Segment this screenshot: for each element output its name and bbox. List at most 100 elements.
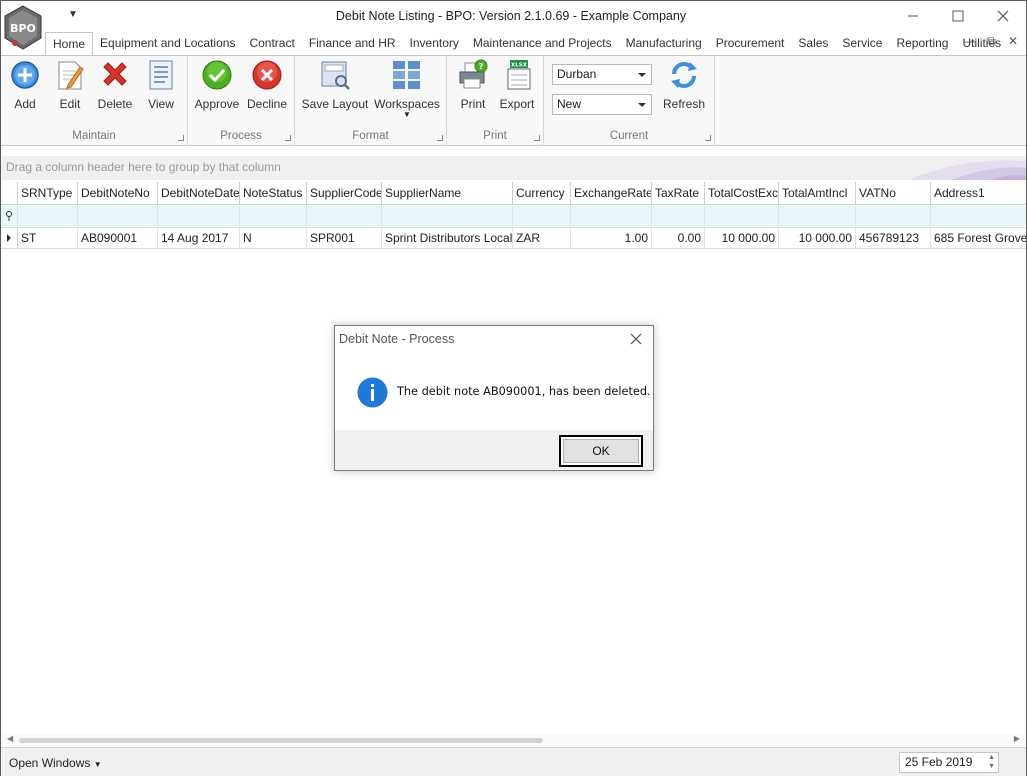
tab-reporting[interactable]: Reporting (889, 32, 955, 55)
cell-currency[interactable]: ZAR (513, 228, 571, 248)
filter-cell[interactable] (513, 206, 571, 226)
export-label: Export (499, 97, 535, 111)
cell-debitnoteno[interactable]: AB090001 (78, 228, 158, 248)
filter-cell[interactable] (571, 206, 652, 226)
print-button[interactable]: ? Print (455, 59, 491, 121)
workspaces-button[interactable]: Workspaces ▼ (374, 59, 440, 121)
refresh-button[interactable]: Refresh (662, 59, 706, 121)
tab-manufacturing[interactable]: Manufacturing (619, 32, 709, 55)
tab-home[interactable]: Home (45, 32, 94, 56)
column-header[interactable]: Currency (513, 182, 571, 204)
close-button[interactable] (986, 5, 1020, 27)
cell-notestatus[interactable]: N (240, 228, 307, 248)
horizontal-scrollbar[interactable]: ◀ ▶ (1, 734, 1026, 746)
maximize-button[interactable] (941, 5, 975, 27)
status-select[interactable]: New (552, 94, 652, 115)
cell-srntype[interactable]: ST (18, 228, 78, 248)
column-header[interactable]: Address1 (931, 182, 1026, 204)
tab-equipment-and-locations[interactable]: Equipment and Locations (93, 32, 242, 55)
scroll-right-icon[interactable]: ▶ (1014, 734, 1020, 743)
edit-button[interactable]: Edit (54, 59, 86, 121)
filter-cell[interactable] (240, 206, 307, 226)
column-header[interactable]: SRNType (18, 182, 78, 204)
title-bar: BPO ▼ Debit Note Listing - BPO: Version … (1, 1, 1026, 50)
cell-suppliername[interactable]: Sprint Distributors Local (382, 228, 513, 248)
quick-access-dropdown-icon[interactable]: ▼ (67, 9, 79, 21)
date-spinner-icon[interactable]: ▲ ▼ (988, 753, 995, 771)
print-label: Print (460, 97, 486, 111)
column-header[interactable]: ExchangeRate (571, 182, 652, 204)
current-launcher-icon[interactable] (705, 135, 711, 141)
column-header[interactable]: TotalAmtIncl (779, 182, 856, 204)
column-header[interactable]: DebitNoteNo (78, 182, 158, 204)
cell-debitnotedate[interactable]: 14 Aug 2017 (158, 228, 240, 248)
open-windows-menu[interactable]: Open Windows ▼ (9, 756, 102, 770)
window-title: Debit Note Listing - BPO: Version 2.1.0.… (335, 9, 687, 23)
filter-pin-icon (6, 211, 12, 221)
delete-button[interactable]: Delete (98, 59, 132, 121)
approve-button[interactable]: Approve (195, 59, 239, 121)
tab-maintenance-and-projects[interactable]: Maintenance and Projects (466, 32, 619, 55)
minimize-button[interactable] (896, 5, 930, 27)
mdi-close-icon[interactable]: ✕ (1008, 34, 1018, 49)
save-layout-button[interactable]: Save Layout (302, 59, 368, 121)
export-button[interactable]: XLSX Export (499, 59, 535, 121)
open-windows-label: Open Windows (9, 756, 91, 770)
site-select[interactable]: Durban (552, 64, 652, 85)
decline-label: Decline (246, 97, 288, 111)
ok-button[interactable]: OK (559, 435, 643, 467)
mdi-controls: — ⧉ ✕ (963, 34, 1018, 49)
app-logo-icon[interactable]: BPO (3, 5, 43, 51)
filter-cell[interactable] (779, 206, 856, 226)
tab-contract[interactable]: Contract (242, 32, 301, 55)
approve-icon (202, 60, 232, 90)
column-header[interactable]: SupplierName (382, 182, 513, 204)
view-button[interactable]: View (145, 59, 177, 121)
decline-button[interactable]: Decline (246, 59, 288, 121)
horizontal-scroll-thumb[interactable] (19, 738, 543, 743)
column-header[interactable]: SupplierCode (307, 182, 382, 204)
group-by-panel[interactable]: Drag a column header here to group by th… (1, 156, 1026, 180)
cell-vatno[interactable]: 456789123 (856, 228, 931, 248)
filter-cell[interactable] (158, 206, 240, 226)
format-launcher-icon[interactable] (437, 135, 443, 141)
cell-taxrate[interactable]: 0.00 (652, 228, 705, 248)
column-header[interactable]: VATNo (856, 182, 931, 204)
filter-cell[interactable] (307, 206, 382, 226)
mdi-minimize-icon[interactable]: — (963, 34, 975, 49)
ribbon-panel: Add Edit Delete View Maintain Approve De… (1, 56, 1026, 146)
cell-totalamtincl[interactable]: 10 000.00 (779, 228, 856, 248)
cell-totalcostexcl[interactable]: 10 000.00 (705, 228, 779, 248)
tab-finance-and-hr[interactable]: Finance and HR (302, 32, 403, 55)
column-header[interactable]: NoteStatus (240, 182, 307, 204)
mdi-restore-icon[interactable]: ⧉ (987, 34, 996, 49)
process-group-label: Process (220, 130, 262, 142)
cell-suppliercode[interactable]: SPR001 (307, 228, 382, 248)
add-button[interactable]: Add (9, 59, 41, 121)
column-header[interactable]: TotalCostExcl (705, 182, 779, 204)
filter-cell[interactable] (705, 206, 779, 226)
dialog-close-icon[interactable] (627, 330, 645, 348)
table-row[interactable]: ST AB090001 14 Aug 2017 N SPR001 Sprint … (1, 227, 1026, 249)
cell-address1[interactable]: 685 Forest Grove R (931, 228, 1026, 248)
date-field[interactable]: 25 Feb 2019 ▲ ▼ (899, 752, 999, 773)
filter-cell[interactable] (931, 206, 1026, 226)
filter-cell[interactable] (382, 206, 513, 226)
process-launcher-icon[interactable] (285, 135, 291, 141)
column-header[interactable]: TaxRate (652, 182, 705, 204)
filter-cell[interactable] (18, 206, 78, 226)
tab-procurement[interactable]: Procurement (709, 32, 792, 55)
filter-cell[interactable] (652, 206, 705, 226)
tab-service[interactable]: Service (835, 32, 889, 55)
maintain-launcher-icon[interactable] (178, 135, 184, 141)
filter-cell[interactable] (856, 206, 931, 226)
filter-cell[interactable] (78, 206, 158, 226)
cell-exchangerate[interactable]: 1.00 (571, 228, 652, 248)
scroll-left-icon[interactable]: ◀ (7, 734, 13, 743)
group-format: Save Layout Workspaces ▼ Format (295, 56, 447, 146)
print-launcher-icon[interactable] (534, 135, 540, 141)
header-indicator-cell (1, 182, 18, 204)
column-header[interactable]: DebitNoteDate (158, 182, 240, 204)
tab-sales[interactable]: Sales (791, 32, 835, 55)
tab-inventory[interactable]: Inventory (403, 32, 466, 55)
